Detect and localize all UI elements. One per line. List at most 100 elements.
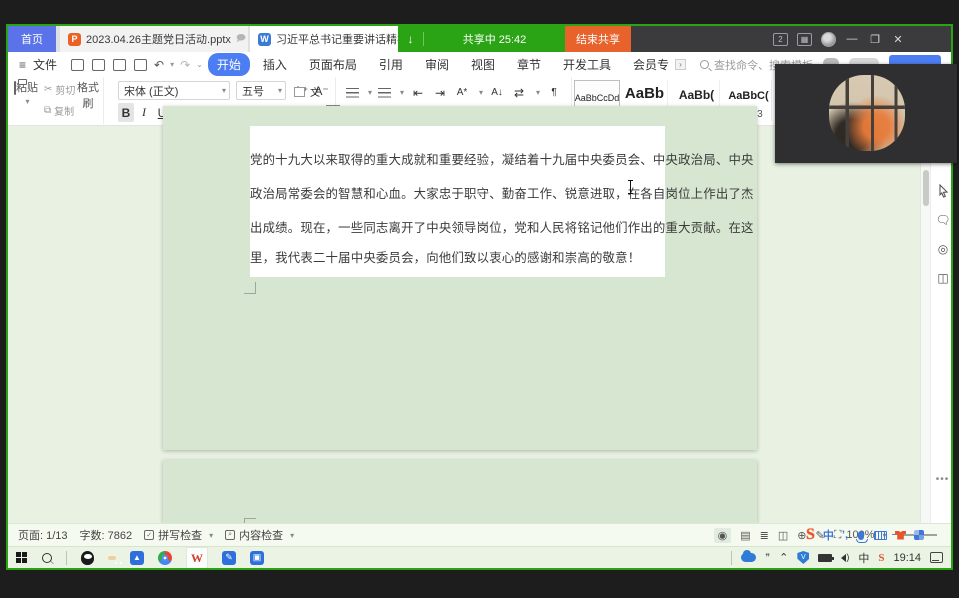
- vertical-scrollbar[interactable]: [920, 126, 930, 523]
- book-search-icon[interactable]: ◫: [937, 271, 948, 285]
- ime-indicator[interactable]: 中: [858, 550, 869, 566]
- ime-cn-icon[interactable]: 中: [823, 527, 834, 543]
- onedrive-icon[interactable]: [741, 553, 756, 562]
- copy-button[interactable]: ⧉复制: [44, 103, 75, 117]
- tray-expand-icon[interactable]: ⌃: [779, 551, 788, 564]
- clock[interactable]: 19:14: [893, 552, 921, 564]
- pen-app-icon[interactable]: ✎: [222, 551, 236, 565]
- undo-icon[interactable]: ↶: [154, 58, 164, 72]
- ribbon-tab-insert[interactable]: 插入: [254, 53, 296, 76]
- toolbar-collapse-icon[interactable]: ⌄: [196, 60, 203, 69]
- page1-text-block[interactable]: 党的十九大以来取得的重大成就和重要经验，凝结着十九届中央委员会、中央政治局、中央…: [250, 126, 665, 277]
- minimize-button[interactable]: —: [845, 33, 859, 45]
- webcam-video-circle: [829, 75, 905, 151]
- sogou-tray-icon[interactable]: S: [878, 552, 884, 564]
- print-preview-icon[interactable]: [134, 59, 147, 71]
- close-button[interactable]: ✕: [891, 33, 905, 46]
- scrollbar-thumb[interactable]: [923, 170, 929, 206]
- ribbon-tab-section[interactable]: 章节: [508, 53, 550, 76]
- ribbon-tab-vip[interactable]: 会员专: [624, 53, 671, 76]
- quote-tray-icon[interactable]: ❞: [765, 552, 770, 563]
- clear-format-icon[interactable]: [294, 87, 305, 97]
- screenshot-root: 2 ▦ — ❐ ✕ 首页 P 2023.04.26主题党日活动.pptx 🗩 ●…: [0, 0, 959, 598]
- style-normal-preview: AaBbCcDd: [575, 81, 619, 103]
- meeting-app-icon[interactable]: ▲: [130, 551, 144, 565]
- save-icon[interactable]: [92, 59, 105, 71]
- wps-app-active[interactable]: W: [186, 547, 208, 569]
- workspace-grid-icon[interactable]: ▦: [797, 33, 812, 46]
- tab-writer-doc-active[interactable]: W 习近平总书记重要讲话精神学习: [250, 26, 398, 52]
- ribbon-tab-review[interactable]: 审阅: [416, 53, 458, 76]
- file-menu[interactable]: ≡ 文件: [8, 56, 67, 73]
- pages-switch-icon[interactable]: 2: [773, 33, 788, 46]
- start-button[interactable]: [16, 552, 28, 564]
- coin-icon[interactable]: ◎: [938, 242, 948, 256]
- print-icon[interactable]: [113, 59, 126, 71]
- increase-indent-button[interactable]: ⇥: [432, 83, 448, 102]
- page-view-icon[interactable]: ▤: [740, 529, 750, 542]
- new-doc-icon[interactable]: [71, 59, 84, 71]
- panel-more-icon[interactable]: •••: [930, 474, 953, 485]
- paste-button[interactable]: 粘贴▾: [12, 79, 40, 107]
- italic-button[interactable]: I: [136, 103, 152, 122]
- undo-dropdown-icon[interactable]: ▾: [170, 60, 174, 69]
- font-size-value: 五号: [242, 83, 264, 99]
- outline-view-icon[interactable]: ≣: [760, 529, 769, 542]
- document-canvas[interactable]: 党的十九大以来取得的重大成就和重要经验，凝结着十九届中央委员会、中央政治局、中央…: [8, 126, 951, 523]
- vip-chevron-icon[interactable]: ›: [675, 59, 686, 70]
- decrease-indent-button[interactable]: ⇤: [410, 83, 426, 102]
- wechat-app-active[interactable]: [108, 556, 116, 560]
- taskbar-search-icon[interactable]: [42, 553, 52, 563]
- numbering-icon[interactable]: [378, 88, 391, 98]
- ribbon-tab-page-layout[interactable]: 页面布局: [300, 53, 366, 76]
- word-count[interactable]: 字数: 7862: [80, 527, 133, 543]
- redo-icon[interactable]: ↷: [180, 58, 190, 72]
- format-painter-button[interactable]: 格式刷: [74, 79, 102, 111]
- eye-protection-icon[interactable]: ◉: [714, 528, 732, 543]
- skin-icon[interactable]: [895, 531, 906, 540]
- pinyin-guide-button[interactable]: 文: [307, 82, 323, 101]
- select-cursor-icon[interactable]: [937, 184, 950, 198]
- security-shield-icon[interactable]: V: [797, 551, 809, 564]
- ribbon-tab-view[interactable]: 视图: [462, 53, 504, 76]
- show-marks-button[interactable]: ¶: [546, 83, 562, 102]
- cut-button[interactable]: ✂剪切: [44, 82, 75, 96]
- sogou-logo-icon[interactable]: S: [806, 526, 815, 544]
- restore-button[interactable]: ❐: [868, 33, 882, 46]
- bullets-icon[interactable]: [346, 88, 359, 98]
- ribbon-tab-home[interactable]: 开始: [208, 53, 250, 76]
- text-effects-gallery-button[interactable]: A*: [454, 83, 470, 102]
- ime-punct-icon[interactable]: ’,: [842, 529, 848, 541]
- file-menu-label: 文件: [33, 56, 57, 73]
- ribbon-tab-references[interactable]: 引用: [370, 53, 412, 76]
- speaker-icon[interactable]: [841, 554, 846, 562]
- account-avatar[interactable]: [821, 32, 836, 47]
- sort-button[interactable]: A↓: [489, 83, 505, 102]
- tab-presentation-doc[interactable]: P 2023.04.26主题党日活动.pptx 🗩 ●: [60, 26, 248, 52]
- mic-icon[interactable]: [858, 531, 864, 540]
- font-name-combo[interactable]: 宋体 (正文)▾: [118, 81, 230, 100]
- page-2[interactable]: [163, 460, 757, 523]
- font-size-combo[interactable]: 五号▾: [236, 81, 286, 100]
- keyboard-icon[interactable]: [874, 531, 887, 540]
- ribbon-tab-dev-tools[interactable]: 开发工具: [554, 53, 620, 76]
- share-download-icon[interactable]: ↓: [398, 32, 424, 46]
- tab-home[interactable]: 首页: [8, 26, 56, 52]
- page-1[interactable]: 党的十九大以来取得的重大成就和重要经验，凝结着十九届中央委员会、中央政治局、中央…: [163, 106, 757, 450]
- battery-icon[interactable]: [818, 554, 832, 562]
- stop-sharing-button[interactable]: 结束共享: [565, 26, 631, 52]
- qq-app-icon[interactable]: [81, 551, 94, 565]
- bold-button[interactable]: B: [118, 103, 134, 122]
- webcam-overlay[interactable]: [775, 64, 957, 163]
- ime-toolbox-icon[interactable]: [914, 530, 924, 540]
- wrap-button[interactable]: ⇄: [511, 83, 527, 102]
- wps-icon: W: [191, 551, 203, 565]
- font-name-value: 宋体 (正文): [124, 83, 178, 99]
- camera-app-icon[interactable]: ▣: [250, 551, 264, 565]
- spell-check-button[interactable]: ✓ 拼写检查▾: [144, 527, 213, 543]
- read-mode-icon[interactable]: ◫: [778, 529, 788, 542]
- comment-edit-icon[interactable]: 🗨: [935, 213, 950, 227]
- chrome-icon[interactable]: [158, 551, 172, 565]
- notification-center-icon[interactable]: [930, 552, 943, 563]
- content-check-button[interactable]: ⌕ 内容检查▾: [225, 527, 294, 543]
